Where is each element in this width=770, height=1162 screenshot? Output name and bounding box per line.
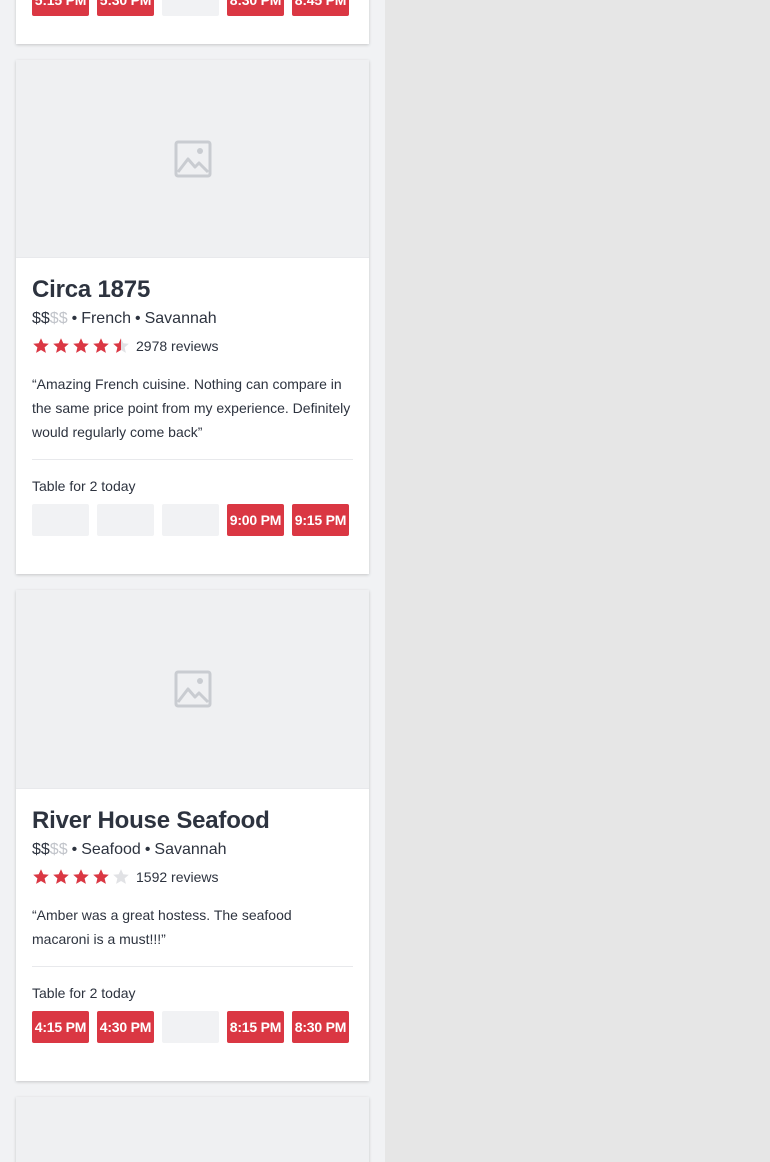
table-for-label: Table for 2 today — [32, 985, 136, 1001]
star-rating — [32, 868, 136, 886]
time-slot — [162, 0, 219, 16]
meta-separator: • — [71, 841, 78, 858]
location-label: Savannah — [154, 841, 227, 858]
time-slot[interactable]: 5:15 PM — [32, 0, 89, 16]
time-slots: 9:00 PM 9:15 PM — [32, 504, 353, 536]
star-icon — [73, 869, 89, 884]
star-icon — [93, 869, 109, 884]
map-panel[interactable] — [385, 0, 770, 1162]
restaurant-photo-placeholder[interactable] — [16, 60, 369, 258]
restaurant-card[interactable]: River House Seafood $$ $$ • Seafood • Sav… — [16, 590, 369, 1081]
rating-row: 2978 reviews — [32, 336, 353, 356]
price-level-active: $$ — [32, 310, 50, 327]
location-label: Savannah — [144, 310, 217, 327]
time-slot[interactable]: 8:30 PM — [292, 1011, 349, 1043]
star-icon — [53, 338, 69, 353]
results-list: 5:15 PM 5:30 PM 8:30 PM 8:45 PM Circa 18… — [0, 0, 385, 1162]
restaurant-meta: $$ $$ • French • Savannah — [32, 310, 353, 328]
star-icon — [33, 338, 49, 353]
review-snippet: “Amazing French cuisine. Nothing can com… — [32, 372, 353, 460]
time-slot[interactable]: 8:30 PM — [227, 0, 284, 16]
restaurant-meta: $$ $$ • Seafood • Savannah — [32, 841, 353, 859]
star-icon — [113, 869, 129, 884]
review-count-link[interactable]: 1592 reviews — [136, 869, 219, 885]
time-slot — [32, 504, 89, 536]
time-slot[interactable]: 8:15 PM — [227, 1011, 284, 1043]
time-slot — [162, 1011, 219, 1043]
restaurant-card[interactable] — [16, 1097, 369, 1162]
star-icon — [93, 338, 109, 353]
star-icon — [73, 338, 89, 353]
time-slots: 4:15 PM 4:30 PM 8:15 PM 8:30 PM — [32, 1011, 353, 1043]
star-icon — [113, 338, 129, 353]
star-rating — [32, 337, 136, 355]
time-slot[interactable]: 9:00 PM — [227, 504, 284, 536]
restaurant-name[interactable]: Circa 1875 — [32, 276, 353, 304]
restaurant-name[interactable]: River House Seafood — [32, 807, 353, 835]
meta-separator: • — [144, 841, 151, 858]
price-level-inactive: $$ — [49, 841, 68, 858]
restaurant-card[interactable]: Circa 1875 $$ $$ • French • Savannah 2978… — [16, 60, 369, 574]
rating-row: 1592 reviews — [32, 867, 353, 887]
table-for-label: Table for 2 today — [32, 478, 136, 494]
time-slot[interactable]: 9:15 PM — [292, 504, 349, 536]
meta-separator: • — [71, 310, 78, 327]
price-level-active: $$ — [32, 841, 50, 858]
restaurant-photo-placeholder[interactable] — [16, 1097, 369, 1162]
star-icon — [33, 869, 49, 884]
image-placeholder-icon — [174, 140, 211, 177]
time-slot — [162, 504, 219, 536]
cuisine-label: Seafood — [81, 841, 141, 858]
image-placeholder-icon — [174, 670, 211, 708]
time-slot[interactable]: 4:15 PM — [32, 1011, 89, 1043]
price-level-inactive: $$ — [49, 310, 68, 327]
time-slot[interactable]: 5:30 PM — [97, 0, 154, 16]
star-icon — [53, 869, 69, 884]
cuisine-label: French — [81, 310, 131, 327]
time-slot[interactable]: 8:45 PM — [292, 0, 349, 16]
time-slot[interactable]: 4:30 PM — [97, 1011, 154, 1043]
time-slots: 5:15 PM 5:30 PM 8:30 PM 8:45 PM — [32, 0, 353, 16]
restaurant-photo-placeholder[interactable] — [16, 590, 369, 789]
review-count-link[interactable]: 2978 reviews — [136, 338, 219, 354]
time-slot — [97, 504, 154, 536]
meta-separator: • — [135, 310, 141, 327]
restaurant-card[interactable]: 5:15 PM 5:30 PM 8:30 PM 8:45 PM — [16, 0, 369, 44]
review-snippet: “Amber was a great hostess. The seafood … — [32, 903, 353, 967]
